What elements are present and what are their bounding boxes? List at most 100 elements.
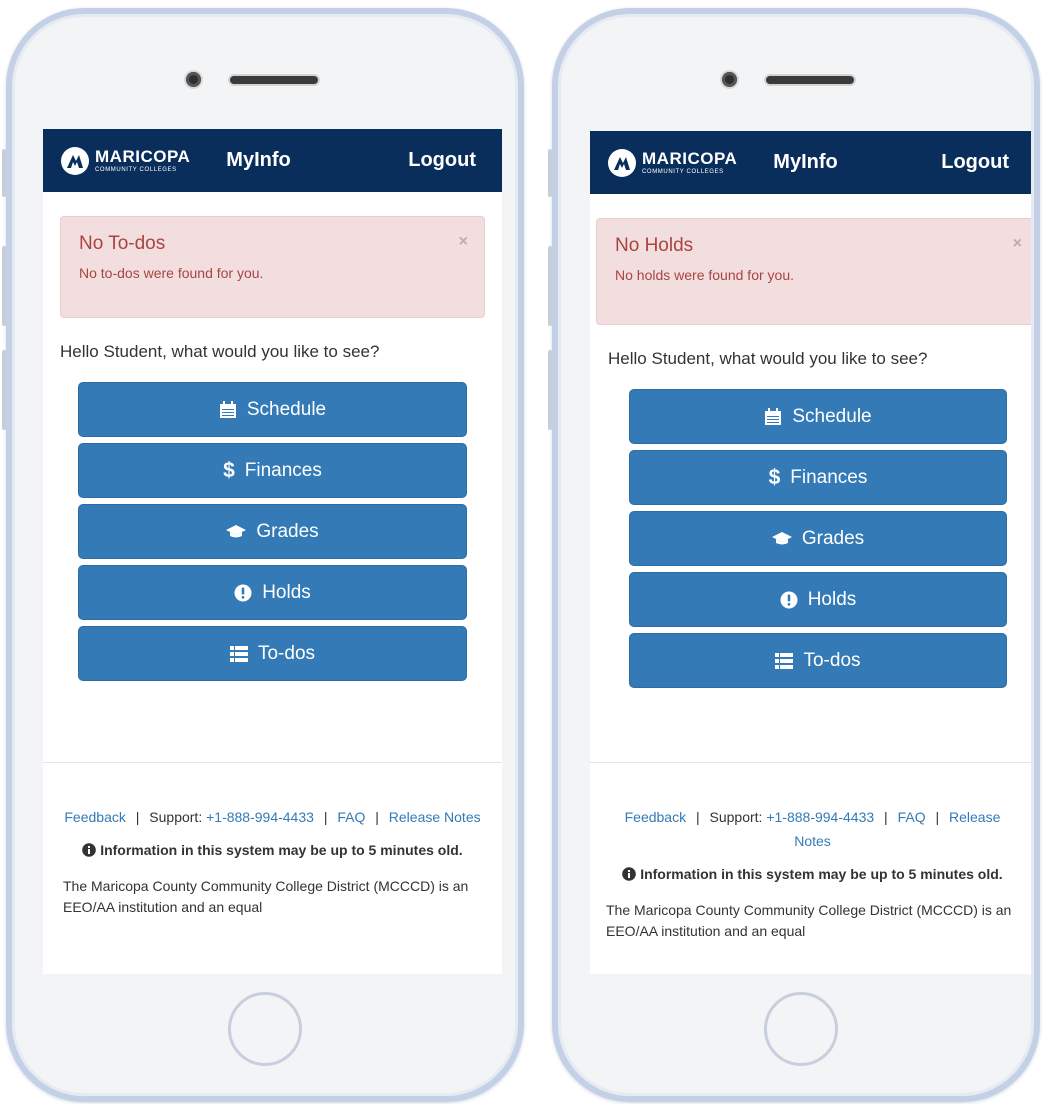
maricopa-logo-icon <box>608 148 636 177</box>
grades-button[interactable]: Grades <box>629 511 1007 566</box>
feedback-link[interactable]: Feedback <box>625 809 686 825</box>
camera-icon <box>722 72 737 87</box>
support-phone-link[interactable]: +1-888-994-4433 <box>206 809 314 825</box>
volume-up-button <box>548 246 552 326</box>
holds-label: Holds <box>807 588 857 610</box>
no-holds-alert: No Holds No holds were found for you. × <box>596 218 1031 325</box>
graduation-cap-icon <box>771 531 792 547</box>
info-circle-icon <box>622 867 637 881</box>
greeting: Hello Student, what would you like to se… <box>608 349 1031 369</box>
maricopa-logo[interactable]: MARICOPA COMMUNITY COLLEGES <box>608 148 737 177</box>
navbar: MARICOPA COMMUNITY COLLEGES MyInfo Logou… <box>43 129 502 192</box>
speaker-grill <box>766 76 854 84</box>
calendar-icon <box>764 407 782 426</box>
nav-myinfo-link[interactable]: MyInfo <box>226 149 290 172</box>
footer-info: Information in this system may be up to … <box>606 863 1019 886</box>
grades-button[interactable]: Grades <box>78 504 467 559</box>
footer-body-text: The Maricopa County Community College Di… <box>63 878 469 915</box>
nav-logout-link[interactable]: Logout <box>941 151 1009 174</box>
home-button[interactable] <box>764 992 838 1066</box>
maricopa-logo[interactable]: MARICOPA COMMUNITY COLLEGES <box>61 146 191 175</box>
schedule-button[interactable]: Schedule <box>629 389 1007 444</box>
footer-links: Feedback | Support: +1-888-994-4433 | FA… <box>63 805 482 829</box>
holds-label: Holds <box>262 581 311 603</box>
list-icon <box>229 645 248 662</box>
list-icon <box>775 652 794 669</box>
screen-fade <box>590 962 1031 974</box>
finances-button[interactable]: $ Finances <box>629 450 1007 505</box>
support-label: Support: <box>709 809 763 825</box>
close-icon[interactable]: × <box>459 233 468 251</box>
brand-name: MARICOPA <box>95 147 191 166</box>
holds-button[interactable]: Holds <box>629 572 1007 627</box>
screen-right: MARICOPA COMMUNITY COLLEGES MyInfo Logou… <box>590 131 1031 974</box>
faq-link[interactable]: FAQ <box>337 809 365 825</box>
todos-label: To-dos <box>257 642 316 664</box>
menu-buttons: Schedule $ Finances Grades Holds To-dos <box>629 389 1007 688</box>
todos-label: To-dos <box>803 649 861 671</box>
greeting-name: Student <box>651 349 711 368</box>
volume-up-button <box>2 246 6 326</box>
brand-tagline: COMMUNITY COLLEGES <box>95 167 177 173</box>
screen-fade <box>43 962 502 974</box>
dollar-icon: $ <box>768 465 781 489</box>
maricopa-logo-icon <box>61 146 89 175</box>
exclamation-circle-icon <box>780 591 798 609</box>
footer-separator: | <box>135 809 140 825</box>
feedback-link[interactable]: Feedback <box>64 809 125 825</box>
holds-button[interactable]: Holds <box>78 565 467 620</box>
footer-separator: | <box>323 809 328 825</box>
finances-label: Finances <box>790 466 868 488</box>
todos-button[interactable]: To-dos <box>78 626 467 681</box>
dollar-icon: $ <box>223 458 235 482</box>
menu-buttons: Schedule $ Finances Grades Holds To-dos <box>78 382 467 681</box>
close-icon[interactable]: × <box>1013 235 1022 253</box>
phone-frame-left: MARICOPA COMMUNITY COLLEGES MyInfo Logou… <box>2 8 524 1102</box>
todos-button[interactable]: To-dos <box>629 633 1007 688</box>
footer-separator: | <box>935 809 940 825</box>
alert-message: No holds were found for you. <box>615 267 794 283</box>
home-button[interactable] <box>228 992 302 1066</box>
camera-icon <box>186 72 201 87</box>
finances-button[interactable]: $ Finances <box>78 443 467 498</box>
schedule-button[interactable]: Schedule <box>78 382 467 437</box>
alert-title: No Holds <box>615 235 694 256</box>
greeting-hello: Hello <box>608 349 647 368</box>
greeting-name: Student <box>103 342 163 361</box>
support-phone-link[interactable]: +1-888-994-4433 <box>766 809 874 825</box>
screen-left: MARICOPA COMMUNITY COLLEGES MyInfo Logou… <box>43 129 502 974</box>
footer-info: Information in this system may be up to … <box>63 839 482 862</box>
greeting: Hello Student, what would you like to se… <box>60 342 502 362</box>
faq-link[interactable]: FAQ <box>898 809 926 825</box>
alert-title: No To-dos <box>79 233 166 254</box>
footer-links: Feedback | Support: +1-888-994-4433 | FA… <box>606 805 1019 853</box>
graduation-cap-icon <box>226 524 247 540</box>
grades-label: Grades <box>801 527 865 549</box>
greeting-question: , what would you like to see? <box>162 342 380 361</box>
speaker-grill <box>230 76 318 84</box>
schedule-label: Schedule <box>246 398 327 420</box>
info-circle-icon <box>82 843 97 857</box>
finances-label: Finances <box>244 459 322 481</box>
navbar: MARICOPA COMMUNITY COLLEGES MyInfo Logou… <box>590 131 1031 194</box>
grades-label: Grades <box>256 520 319 542</box>
no-todos-alert: No To-dos No to-dos were found for you. … <box>60 216 485 318</box>
schedule-label: Schedule <box>792 405 872 427</box>
volume-down-button <box>2 350 6 430</box>
footer: Feedback | Support: +1-888-994-4433 | FA… <box>590 805 1031 942</box>
footer: Feedback | Support: +1-888-994-4433 | FA… <box>43 805 502 918</box>
info-text: Information in this system may be up to … <box>100 842 463 858</box>
mute-switch <box>548 149 552 197</box>
brand-tagline: COMMUNITY COLLEGES <box>642 169 724 175</box>
nav-logout-link[interactable]: Logout <box>408 149 476 172</box>
phone-frame-right: MARICOPA COMMUNITY COLLEGES MyInfo Logou… <box>548 8 1040 1102</box>
footer-separator: | <box>884 809 888 825</box>
footer-divider <box>590 762 1031 763</box>
nav-myinfo-link[interactable]: MyInfo <box>773 151 837 174</box>
greeting-question: , what would you like to see? <box>710 349 928 368</box>
release-notes-link[interactable]: Release Notes <box>389 809 481 825</box>
info-text: Information in this system may be up to … <box>640 866 1003 882</box>
volume-down-button <box>548 350 552 430</box>
alert-message: No to-dos were found for you. <box>79 265 264 281</box>
footer-separator: | <box>695 809 700 825</box>
